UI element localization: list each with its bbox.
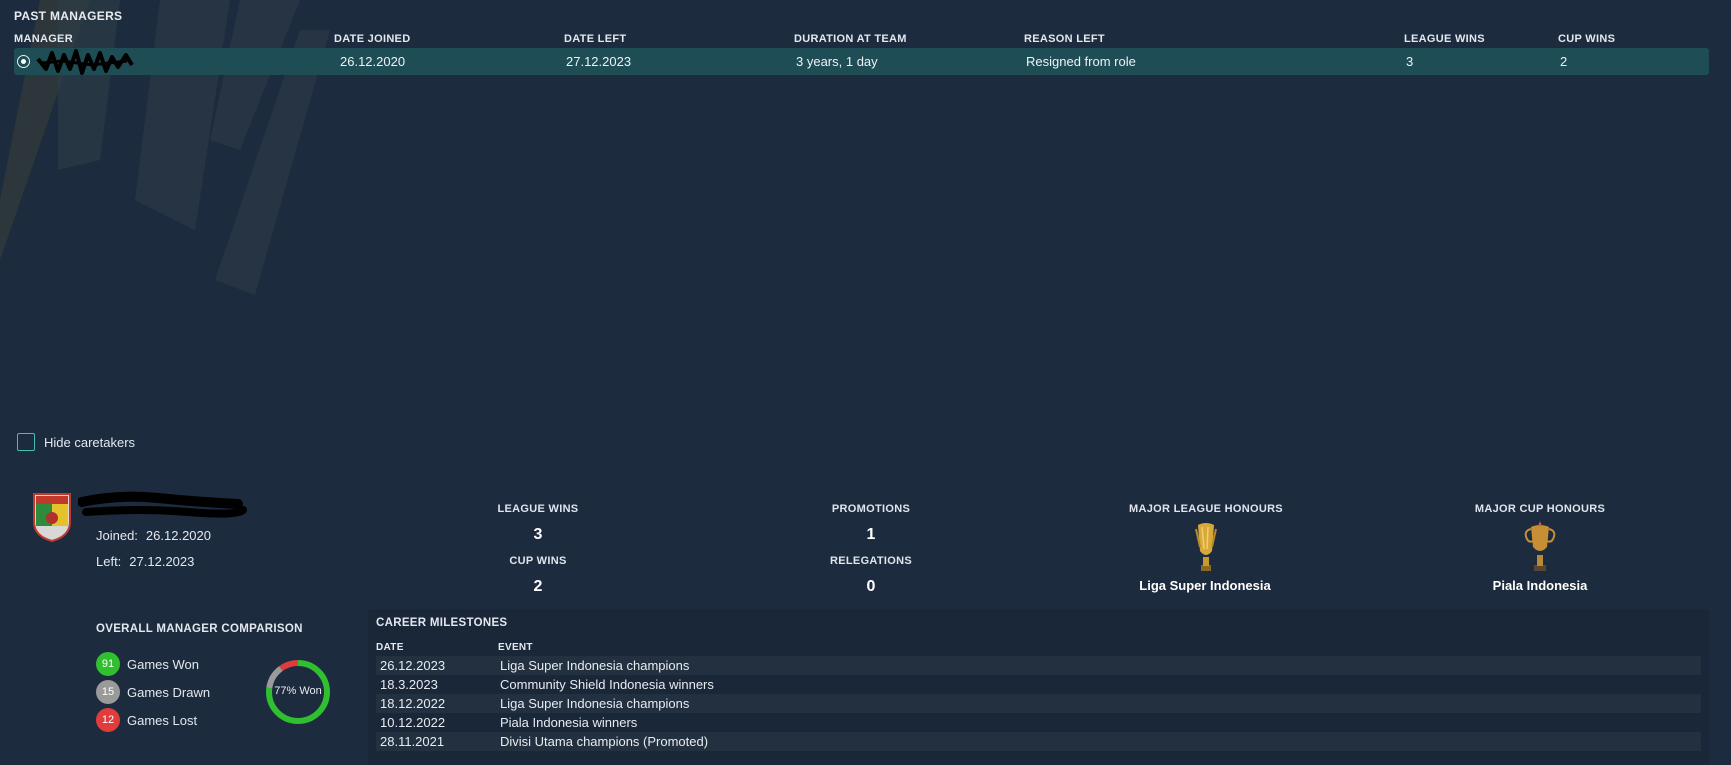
cup-trophy-icon[interactable] — [1523, 521, 1557, 573]
milestone-row: 18.3.2023 Community Shield Indonesia win… — [376, 675, 1701, 694]
milestone-date: 26.12.2023 — [380, 658, 446, 673]
milestone-date: 18.12.2022 — [380, 696, 446, 711]
promotions-value: 1 — [866, 526, 876, 543]
milestone-event: Liga Super Indonesia champions — [500, 696, 690, 711]
games-lost-item: 12 Games Lost — [96, 708, 197, 732]
reason-cell: Resigned from role — [1026, 54, 1136, 69]
milestones-event-header[interactable]: EVENT — [498, 642, 533, 653]
left-info: Left: 27.12.2023 — [96, 554, 194, 569]
joined-info: Joined: 26.12.2020 — [96, 528, 211, 543]
milestone-event: Community Shield Indonesia winners — [500, 677, 714, 692]
milestone-event: Liga Super Indonesia champions — [500, 658, 690, 673]
col-date-joined-header[interactable]: DATE JOINED — [334, 33, 410, 45]
milestone-row: 28.11.2021 Divisi Utama champions (Promo… — [376, 732, 1701, 751]
col-duration-header[interactable]: DURATION AT TEAM — [794, 33, 907, 45]
milestone-row: 10.12.2022 Piala Indonesia winners — [376, 713, 1701, 732]
milestone-date: 18.3.2023 — [380, 677, 438, 692]
league-trophy-icon[interactable] — [1192, 521, 1220, 573]
hide-caretakers-label: Hide caretakers — [44, 434, 136, 450]
joined-label: Joined: — [96, 528, 138, 543]
league-wins-label: LEAGUE WINS — [497, 503, 579, 515]
redacted-manager-name — [36, 49, 134, 75]
date-left-cell: 27.12.2023 — [566, 54, 632, 69]
games-drawn-count: 15 — [96, 680, 120, 704]
row-select-radio[interactable] — [17, 55, 30, 68]
promotions-label: PROMOTIONS — [831, 503, 911, 515]
milestone-event: Divisi Utama champions (Promoted) — [500, 734, 709, 749]
games-drawn-item: 15 Games Drawn — [96, 680, 210, 704]
games-drawn-label: Games Drawn — [127, 684, 211, 700]
milestone-event: Piala Indonesia winners — [500, 715, 638, 730]
milestone-date: 10.12.2022 — [380, 715, 446, 730]
games-lost-label: Games Lost — [127, 712, 198, 728]
col-date-left-header[interactable]: DATE LEFT — [564, 33, 626, 45]
table-row[interactable]: 26.12.2020 27.12.2023 3 years, 1 day Res… — [14, 48, 1709, 75]
redacted-club-name — [78, 491, 247, 518]
left-date: 27.12.2023 — [129, 554, 195, 569]
league-honour-name: Liga Super Indonesia — [1139, 578, 1271, 593]
past-managers-title: PAST MANAGERS — [14, 9, 123, 23]
games-lost-count: 12 — [96, 708, 120, 732]
past-managers-screen: PAST MANAGERS MANAGER DATE JOINED DATE L… — [0, 0, 1731, 765]
col-league-wins-header[interactable]: LEAGUE WINS — [1404, 33, 1485, 45]
relegations-value: 0 — [866, 578, 876, 595]
cup-wins-cell: 2 — [1560, 54, 1568, 69]
relegations-label: RELEGATIONS — [830, 555, 912, 567]
games-won-label: Games Won — [127, 656, 200, 672]
milestone-row: 26.12.2023 Liga Super Indonesia champion… — [376, 656, 1701, 675]
hide-caretakers-toggle[interactable]: Hide caretakers — [17, 433, 135, 451]
cup-wins-label: CUP WINS — [509, 555, 567, 567]
cup-wins-value: 2 — [533, 578, 543, 595]
milestones-title: CAREER MILESTONES — [376, 617, 508, 629]
col-reason-header[interactable]: REASON LEFT — [1024, 33, 1105, 45]
milestones-date-header[interactable]: DATE — [376, 642, 404, 653]
games-won-item: 91 Games Won — [96, 652, 199, 676]
league-wins-cell: 3 — [1406, 54, 1414, 69]
comparison-title: OVERALL MANAGER COMPARISON — [96, 623, 303, 635]
hide-caretakers-checkbox[interactable] — [17, 433, 35, 451]
left-label: Left: — [96, 554, 122, 569]
col-manager-header[interactable]: MANAGER — [14, 33, 73, 45]
league-wins-value: 3 — [533, 526, 543, 543]
games-won-count: 91 — [96, 652, 120, 676]
cup-honour-name: Piala Indonesia — [1492, 578, 1588, 593]
milestone-row: 18.12.2022 Liga Super Indonesia champion… — [376, 694, 1701, 713]
donut-label: 77% Won — [274, 685, 322, 697]
major-cup-honours-label: MAJOR CUP HONOURS — [1474, 503, 1606, 515]
duration-cell: 3 years, 1 day — [796, 54, 878, 69]
joined-date: 26.12.2020 — [145, 528, 211, 543]
club-badge-icon — [33, 493, 71, 542]
milestone-date: 28.11.2021 — [380, 734, 445, 749]
career-milestones-panel: CAREER MILESTONES DATE EVENT 26.12.2023 … — [368, 609, 1709, 765]
major-league-honours-label: MAJOR LEAGUE HONOURS — [1129, 503, 1283, 515]
date-joined-cell: 26.12.2020 — [340, 54, 406, 69]
col-cup-wins-header[interactable]: CUP WINS — [1558, 33, 1615, 45]
